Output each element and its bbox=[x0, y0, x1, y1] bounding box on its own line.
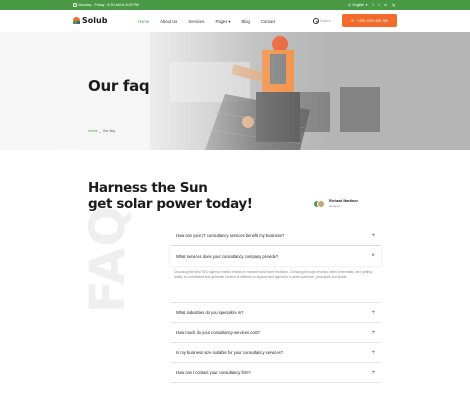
nav-contact[interactable]: Contact bbox=[261, 19, 275, 24]
chevron-down-icon: ▾ bbox=[228, 19, 231, 24]
search-placeholder: Search ... bbox=[320, 18, 335, 23]
breadcrumb-home[interactable]: Home bbox=[88, 129, 98, 133]
faq-item[interactable]: How much do your consultancy services co… bbox=[170, 323, 381, 343]
plus-icon[interactable]: + bbox=[371, 350, 375, 356]
page-title: Our faq bbox=[88, 77, 150, 95]
nav-blog[interactable]: Blog bbox=[241, 19, 249, 24]
headline-line-1: Harness the Sun bbox=[88, 180, 208, 196]
faq-question: How can your IT consultancy services ben… bbox=[176, 233, 285, 238]
nav-about[interactable]: About Us bbox=[160, 19, 177, 24]
faq-question: What industries do you specialize in? bbox=[176, 310, 244, 315]
faq-answer: Choosing the best SEO Agency means resea… bbox=[170, 266, 381, 303]
plus-icon[interactable]: + bbox=[371, 370, 375, 376]
logo-text: Solub bbox=[82, 16, 108, 25]
twitter-icon[interactable]: t bbox=[379, 3, 380, 7]
linkedin-icon[interactable]: in bbox=[385, 3, 388, 7]
main-nav: Home About Us Services Pages ▾ Blog Cont… bbox=[138, 19, 275, 24]
faq-accordion: How can your IT consultancy services ben… bbox=[170, 226, 381, 383]
author-role: Designer bbox=[329, 204, 341, 208]
hours-text: Monday - Friday : 8.30 AM to 8.00 PM bbox=[78, 3, 140, 7]
clock-icon bbox=[73, 3, 77, 7]
plus-icon[interactable]: + bbox=[371, 310, 375, 316]
nav-pages[interactable]: Pages ▾ bbox=[215, 19, 230, 24]
avatar bbox=[317, 199, 325, 208]
business-hours: Monday - Friday : 8.30 AM to 8.00 PM bbox=[73, 3, 139, 7]
faq-item[interactable]: How can I contact your consultancy firm?… bbox=[170, 363, 381, 383]
faq-question: Is my business size suitable for your co… bbox=[176, 350, 283, 355]
breadcrumb-current: Our faq bbox=[102, 129, 115, 133]
faq-watermark: FAQ bbox=[80, 204, 136, 313]
avatar-group bbox=[313, 199, 326, 208]
chevron-down-icon: ▾ bbox=[365, 2, 368, 7]
nav-home[interactable]: Home bbox=[138, 19, 149, 24]
faq-question: How can I contact your consultancy firm? bbox=[176, 370, 251, 375]
top-bar-right: ◎ English ▾ f t in ig bbox=[348, 3, 395, 7]
hero-gradient-overlay bbox=[0, 32, 470, 150]
faq-question: How much do your consultancy services co… bbox=[176, 330, 260, 335]
breadcrumb: Home _ Our faq bbox=[88, 129, 115, 133]
search[interactable]: Search ... bbox=[313, 18, 335, 24]
facebook-icon[interactable]: f bbox=[373, 3, 374, 7]
faq-item[interactable]: How can your IT consultancy services ben… bbox=[170, 226, 381, 246]
nav-services[interactable]: Services bbox=[188, 19, 204, 24]
top-bar: Monday - Friday : 8.30 AM to 8.00 PM ◎ E… bbox=[0, 0, 470, 10]
instagram-icon[interactable]: ig bbox=[392, 3, 395, 7]
page-hero: Our faq Home _ Our faq bbox=[0, 32, 470, 150]
faq-item[interactable]: Is my business size suitable for your co… bbox=[170, 343, 381, 363]
nav-pages-label: Pages bbox=[215, 19, 228, 24]
close-icon[interactable]: × bbox=[371, 253, 375, 259]
phone-icon: ✆ bbox=[350, 18, 354, 23]
plus-icon[interactable]: + bbox=[371, 330, 375, 336]
globe-icon: ◎ bbox=[347, 2, 351, 7]
phone-cta-button[interactable]: ✆ + 000 1234 456 789 bbox=[342, 14, 397, 27]
logo[interactable]: Solub bbox=[73, 16, 107, 25]
phone-number: + 000 1234 456 789 bbox=[355, 18, 389, 23]
breadcrumb-separator: _ bbox=[99, 129, 102, 133]
faq-item[interactable]: What industries do you specialize in? + bbox=[170, 303, 381, 323]
logo-mark-icon bbox=[73, 17, 80, 24]
language-selector[interactable]: ◎ English ▾ bbox=[348, 3, 368, 7]
language-label: English bbox=[352, 2, 365, 7]
faq-item-open[interactable]: What services does your consultancy comp… bbox=[170, 246, 381, 266]
author-card: Richard Martinez Designer bbox=[313, 199, 358, 208]
search-icon bbox=[313, 18, 319, 24]
author-name: Richard Martinez bbox=[329, 199, 358, 203]
plus-icon[interactable]: + bbox=[371, 233, 375, 239]
faq-question: What services does your consultancy comp… bbox=[176, 253, 279, 259]
site-header: Solub Home About Us Services Pages ▾ Blo… bbox=[0, 10, 470, 32]
